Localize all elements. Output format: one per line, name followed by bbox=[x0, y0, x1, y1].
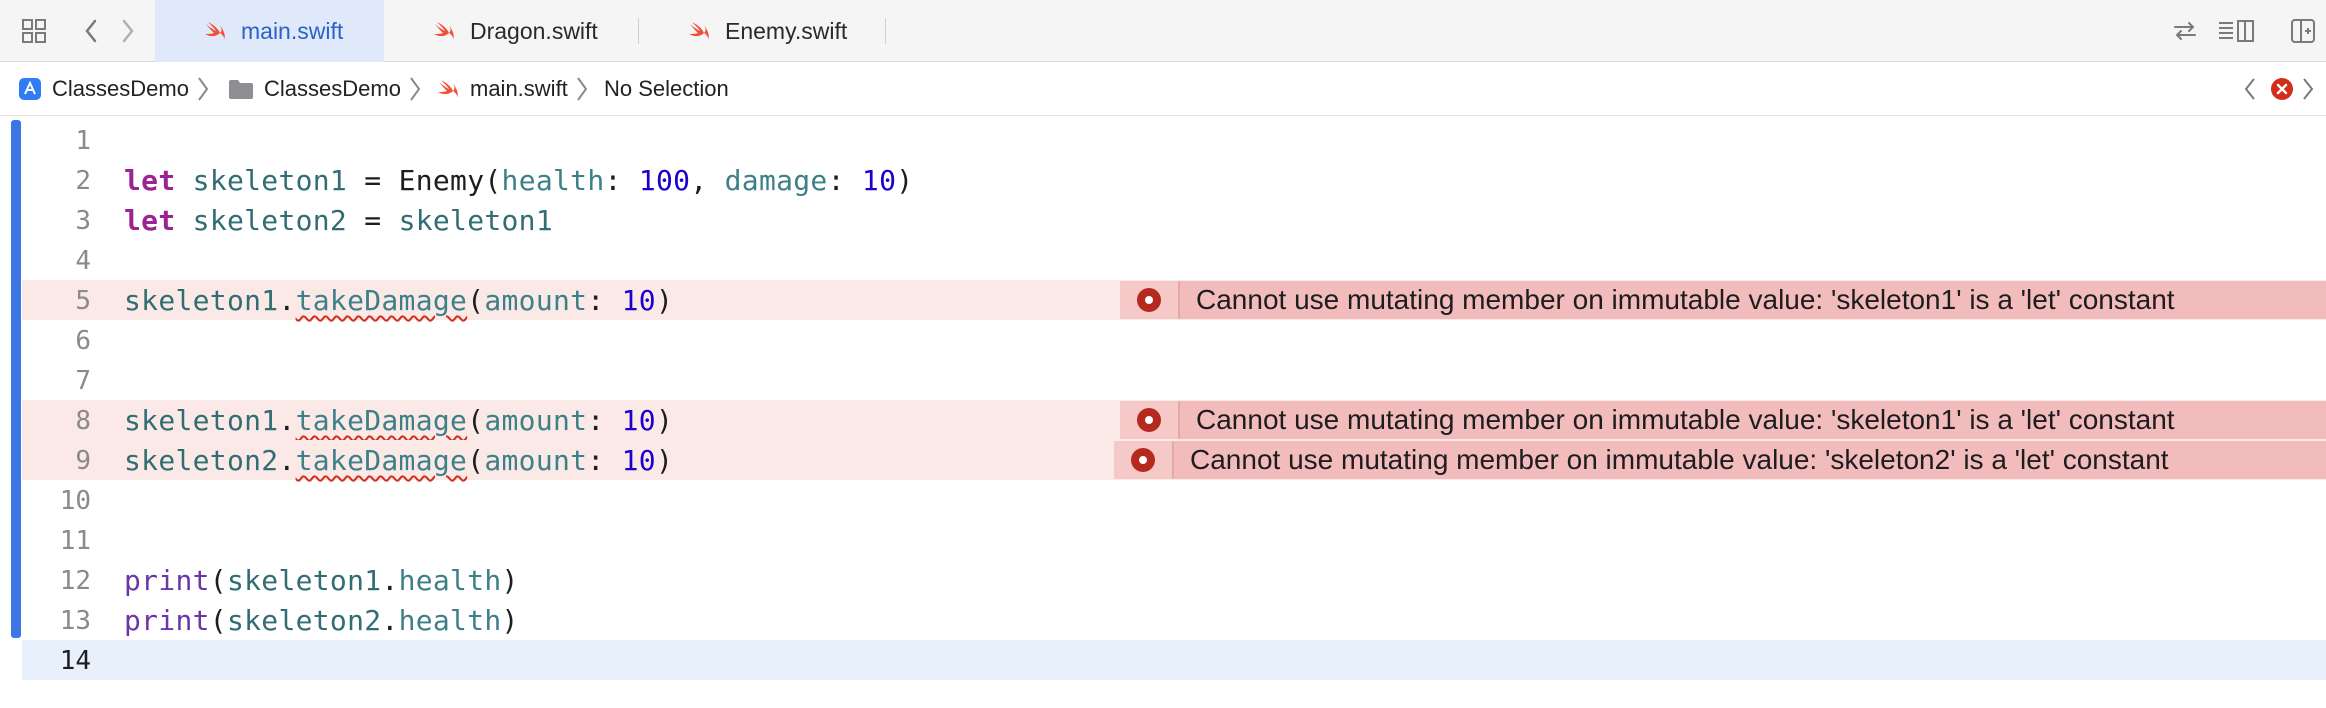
code-line-error[interactable]: 9 skeleton2.takeDamage(amount: 10) Canno… bbox=[22, 440, 2326, 480]
grid-icon[interactable] bbox=[14, 0, 54, 62]
tab-label: Enemy.swift bbox=[725, 17, 848, 44]
line-number: 7 bbox=[75, 366, 91, 396]
code-line[interactable]: 12 print(skeleton1.health) bbox=[0, 560, 2326, 600]
next-issue-button[interactable] bbox=[2300, 76, 2316, 108]
error-message: Cannot use mutating member on immutable … bbox=[1196, 284, 2175, 315]
code-line[interactable]: 11 bbox=[0, 520, 2326, 560]
error-icon bbox=[1120, 401, 1180, 439]
line-number: 1 bbox=[75, 126, 91, 156]
error-annotation[interactable]: Cannot use mutating member on immutable … bbox=[1114, 441, 2326, 479]
breadcrumb-file[interactable]: main.swift bbox=[436, 76, 596, 102]
line-number: 14 bbox=[59, 646, 91, 676]
tab-divider bbox=[885, 18, 886, 44]
code-line-error[interactable]: 5 skeleton1.takeDamage(amount: 10) Canno… bbox=[22, 280, 2326, 320]
chevron-right-icon[interactable] bbox=[113, 0, 143, 62]
code-text: let skeleton2 = skeleton1 bbox=[124, 204, 553, 237]
code-line[interactable]: 3 let skeleton2 = skeleton1 bbox=[0, 200, 2326, 240]
previous-issue-button[interactable] bbox=[2242, 76, 2258, 108]
breadcrumb-project-label: ClassesDemo bbox=[52, 75, 189, 101]
chevron-left-icon[interactable] bbox=[76, 0, 106, 62]
chevron-right-icon bbox=[576, 76, 588, 102]
jump-bar: ClassesDemo ClassesDemo main.swift No Se… bbox=[0, 62, 2326, 116]
code-line[interactable]: 1 bbox=[0, 120, 2326, 160]
swap-icon[interactable] bbox=[2168, 0, 2202, 62]
breadcrumb-symbol[interactable]: No Selection bbox=[604, 76, 729, 102]
swift-icon bbox=[203, 20, 227, 42]
code-line[interactable]: 13 print(skeleton2.health) bbox=[0, 600, 2326, 640]
tab-bar: main.swift Dragon.swift Enemy.swift bbox=[0, 0, 2326, 62]
error-icon bbox=[1120, 281, 1180, 319]
code-line[interactable]: 7 bbox=[0, 360, 2326, 400]
editor-tabs: main.swift Dragon.swift Enemy.swift bbox=[155, 0, 886, 62]
breadcrumb-symbol-label: No Selection bbox=[604, 75, 729, 101]
line-number: 5 bbox=[75, 286, 91, 316]
line-number: 10 bbox=[59, 486, 91, 516]
tab-enemy-swift[interactable]: Enemy.swift bbox=[639, 0, 885, 62]
line-number: 6 bbox=[75, 326, 91, 356]
code-text: print(skeleton2.health) bbox=[124, 604, 519, 637]
code-line-error[interactable]: 8 skeleton1.takeDamage(amount: 10) Canno… bbox=[22, 400, 2326, 440]
swift-icon bbox=[436, 78, 460, 100]
error-annotation[interactable]: Cannot use mutating member on immutable … bbox=[1120, 281, 2326, 319]
code-text: skeleton1.takeDamage(amount: 10) bbox=[124, 284, 674, 317]
line-number: 13 bbox=[59, 606, 91, 636]
code-line[interactable]: 6 bbox=[0, 320, 2326, 360]
tab-label: main.swift bbox=[241, 17, 344, 44]
swift-icon bbox=[687, 20, 711, 42]
code-line[interactable]: 4 bbox=[0, 240, 2326, 280]
code-text: skeleton1.takeDamage(amount: 10) bbox=[124, 404, 674, 437]
add-editor-icon[interactable] bbox=[2286, 0, 2320, 62]
breadcrumb-folder-label: ClassesDemo bbox=[264, 75, 401, 101]
code-line[interactable]: 2 let skeleton1 = Enemy(health: 100, dam… bbox=[0, 160, 2326, 200]
tab-dragon-swift[interactable]: Dragon.swift bbox=[384, 0, 638, 62]
breadcrumb-folder[interactable]: ClassesDemo bbox=[228, 76, 429, 102]
line-number: 9 bbox=[75, 446, 91, 476]
breadcrumb-file-label: main.swift bbox=[470, 75, 568, 101]
tab-main-swift[interactable]: main.swift bbox=[155, 0, 384, 62]
tab-label: Dragon.swift bbox=[470, 17, 598, 44]
source-editor[interactable]: 1 2 let skeleton1 = Enemy(health: 100, d… bbox=[0, 116, 2326, 708]
code-text: print(skeleton1.health) bbox=[124, 564, 519, 597]
breadcrumb-project[interactable]: ClassesDemo bbox=[18, 76, 217, 102]
code-text: let skeleton1 = Enemy(health: 100, damag… bbox=[124, 164, 914, 197]
app-icon bbox=[18, 77, 42, 101]
swift-icon bbox=[432, 20, 456, 42]
line-number: 3 bbox=[75, 206, 91, 236]
error-icon bbox=[1114, 441, 1174, 479]
code-line-current[interactable]: 14 bbox=[22, 640, 2326, 680]
folder-icon bbox=[228, 78, 254, 100]
line-number: 11 bbox=[59, 526, 91, 556]
error-message: Cannot use mutating member on immutable … bbox=[1190, 444, 2169, 475]
inspector-icon[interactable] bbox=[2214, 0, 2258, 62]
line-number: 4 bbox=[75, 246, 91, 276]
code-line[interactable]: 10 bbox=[0, 480, 2326, 520]
error-annotation[interactable]: Cannot use mutating member on immutable … bbox=[1120, 401, 2326, 439]
error-message: Cannot use mutating member on immutable … bbox=[1196, 404, 2175, 435]
chevron-right-icon bbox=[409, 76, 421, 102]
line-number: 8 bbox=[75, 406, 91, 436]
line-number: 2 bbox=[75, 166, 91, 196]
line-number: 12 bbox=[59, 566, 91, 596]
code-text: skeleton2.takeDamage(amount: 10) bbox=[124, 444, 674, 477]
chevron-right-icon bbox=[197, 76, 209, 102]
error-icon[interactable] bbox=[2270, 77, 2294, 107]
